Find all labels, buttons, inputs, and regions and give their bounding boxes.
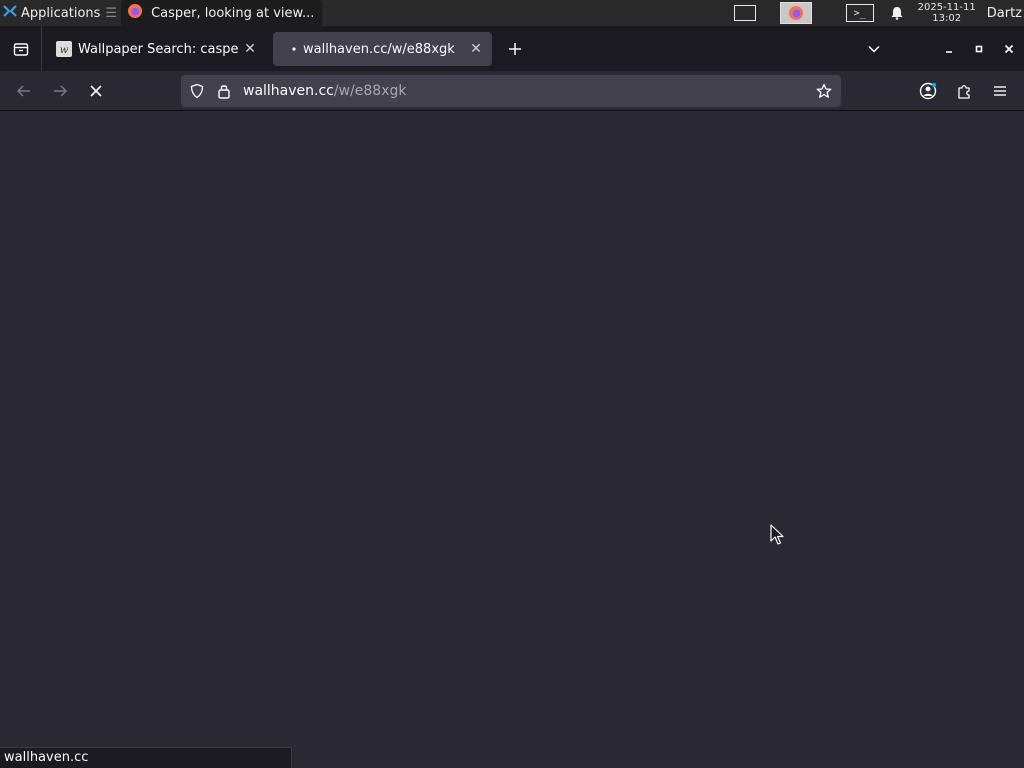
svg-text:w: w <box>60 45 69 56</box>
notification-bell-icon[interactable] <box>890 6 904 20</box>
back-button[interactable] <box>10 77 38 105</box>
new-tab-button[interactable] <box>502 36 528 62</box>
clock-time: 13:02 <box>932 13 962 24</box>
hamburger-menu-icon <box>994 86 1006 96</box>
chevron-down-icon <box>868 45 880 53</box>
user-name[interactable]: Dartz <box>987 6 1022 21</box>
maximize-button[interactable] <box>966 36 992 62</box>
clock-date: 2025-11-11 <box>917 2 976 13</box>
url-path: /w/e88xgk <box>333 83 407 99</box>
firefox-icon <box>127 3 143 23</box>
taskbar-window-title: Casper, looking at view... <box>151 5 315 21</box>
taskbar-window-button[interactable]: Casper, looking at view... <box>121 0 323 26</box>
stop-loading-button[interactable] <box>82 77 110 105</box>
minimize-button[interactable] <box>936 36 962 62</box>
panel-clock[interactable]: 2025-11-11 13:02 <box>918 2 976 24</box>
plus-icon <box>509 43 521 55</box>
wallhaven-favicon-icon: w <box>56 41 72 57</box>
applications-menu[interactable]: Applications ☰ <box>0 0 121 26</box>
list-all-tabs-button[interactable] <box>861 36 887 62</box>
tab-close-icon[interactable]: ✕ <box>464 37 488 61</box>
minimize-icon <box>946 51 952 53</box>
arrow-right-icon <box>54 85 68 97</box>
extensions-button[interactable] <box>950 77 978 105</box>
maximize-icon <box>975 45 983 53</box>
firefox-launcher[interactable] <box>779 2 812 24</box>
panel-tray: >_ 2025-11-11 13:02 Dartz <box>733 0 1024 26</box>
tab-title: Wallpaper Search: casper <box>78 41 238 57</box>
page-content-area[interactable]: wallhaven.cc <box>0 112 1024 768</box>
mouse-pointer-icon <box>770 524 784 550</box>
url-text[interactable]: wallhaven.cc/w/e88xgk <box>243 83 813 99</box>
applications-label: Applications <box>21 5 101 21</box>
arrow-left-icon <box>16 85 30 97</box>
close-window-button[interactable] <box>996 36 1022 62</box>
lock-icon[interactable] <box>217 83 233 99</box>
firefox-view-button[interactable] <box>0 26 42 71</box>
terminal-launcher-icon[interactable]: >_ <box>845 4 874 22</box>
system-panel: Applications ☰ Casper, looking at view..… <box>0 0 1024 26</box>
firefox-view-icon <box>13 42 28 56</box>
tab-wallpaper-search[interactable]: w Wallpaper Search: casper ✕ <box>48 32 266 66</box>
account-button[interactable] <box>914 77 942 105</box>
stop-x-icon <box>90 85 102 97</box>
forward-button[interactable] <box>46 77 74 105</box>
tracking-protection-shield-icon[interactable] <box>189 83 207 99</box>
close-icon <box>1004 44 1014 54</box>
firefox-icon <box>788 6 803 20</box>
navigation-toolbar: wallhaven.cc/w/e88xgk <box>0 71 1024 111</box>
xfce-logo-icon <box>2 3 18 23</box>
app-menu-button[interactable] <box>986 77 1014 105</box>
tab-strip: w Wallpaper Search: casper ✕ wallhaven.c… <box>0 26 1024 71</box>
status-panel: wallhaven.cc <box>0 747 292 768</box>
tab-close-icon[interactable]: ✕ <box>238 37 262 61</box>
account-icon <box>919 82 937 100</box>
url-host: wallhaven.cc <box>243 83 334 99</box>
url-bar[interactable]: wallhaven.cc/w/e88xgk <box>181 75 841 107</box>
bookmark-star-icon[interactable] <box>813 83 835 99</box>
panel-separator: ☰ <box>105 5 118 21</box>
tab-loading-dot-icon <box>281 41 297 57</box>
workspace-switcher[interactable] <box>733 5 756 21</box>
puzzle-piece-icon <box>958 85 970 99</box>
tab-title: wallhaven.cc/w/e88xgk <box>303 41 455 57</box>
tab-wallhaven-active[interactable]: wallhaven.cc/w/e88xgk ✕ <box>273 32 492 66</box>
